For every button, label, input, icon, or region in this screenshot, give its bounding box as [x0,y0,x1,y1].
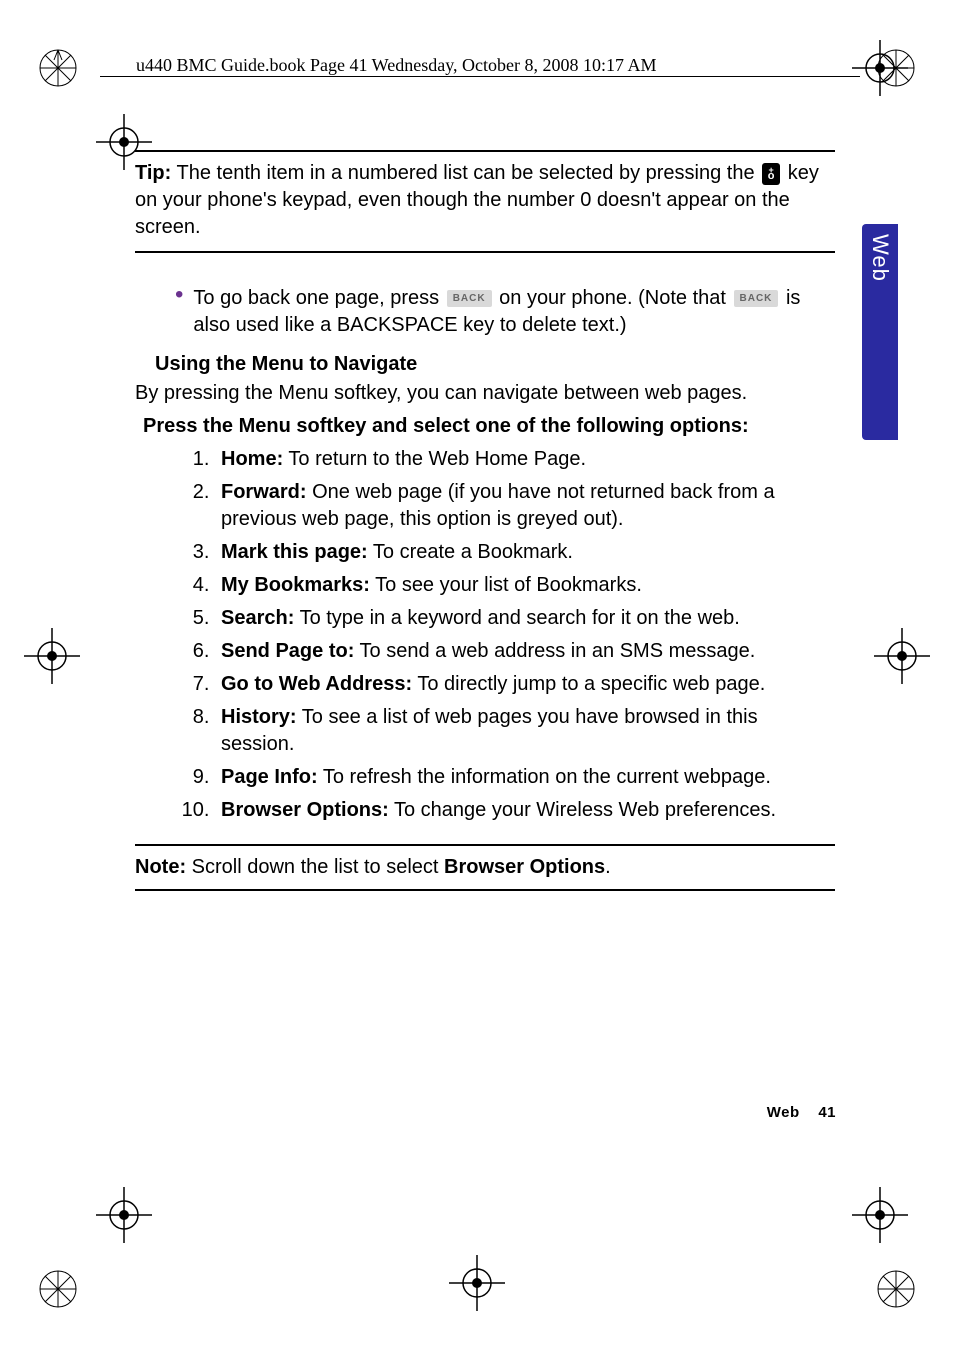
back-key-icon: BACK [734,290,779,308]
item-label: Mark this page: [221,541,368,563]
registration-mark-icon [38,48,78,88]
item-label: Send Page to: [221,640,354,662]
bullet-text: To go back one page, press BACK on your … [193,285,835,339]
list-item: Page Info: To refresh the information on… [215,764,835,791]
item-label: Go to Web Address: [221,673,412,695]
item-label: Home: [221,448,283,470]
item-desc: To see a list of web pages you have brow… [221,706,758,755]
note-strong: Browser Options [444,856,605,878]
note-callout: Note: Scroll down the list to select Bro… [135,844,835,891]
bullet-item: • To go back one page, press BACK on you… [135,285,835,339]
header-rule [100,76,860,77]
page-number: 41 [818,1104,836,1121]
registration-mark-icon [876,1269,916,1309]
menu-options-list: Home: To return to the Web Home Page. Fo… [185,446,835,824]
item-label: History: [221,706,297,728]
crop-mark-icon [874,628,930,684]
item-desc: To see your list of Bookmarks. [370,574,642,596]
list-item: Home: To return to the Web Home Page. [215,446,835,473]
instruction-heading: Press the Menu softkey and select one of… [143,415,835,438]
tip-label: Tip: [135,162,171,184]
list-item: Mark this page: To create a Bookmark. [215,539,835,566]
note-label: Note: [135,856,186,878]
zero-key-icon [762,163,780,185]
item-label: My Bookmarks: [221,574,370,596]
bullet-icon: • [175,285,183,339]
item-label: Page Info: [221,766,318,788]
tip-callout: Tip: The tenth item in a numbered list c… [135,150,835,253]
crop-mark-icon [852,40,908,96]
registration-mark-icon [38,1269,78,1309]
footer-section: Web [767,1104,800,1121]
bullet-mid: on your phone. (Note that [494,287,732,309]
list-item: Browser Options: To change your Wireless… [215,797,835,824]
document-header: u440 BMC Guide.book Page 41 Wednesday, O… [130,55,663,76]
item-desc: To type in a keyword and search for it o… [294,607,739,629]
page-content: Tip: The tenth item in a numbered list c… [135,150,835,891]
list-item: Go to Web Address: To directly jump to a… [215,671,835,698]
item-desc: To change your Wireless Web preferences. [389,799,776,821]
bullet-pre: To go back one page, press [193,287,444,309]
list-item: History: To see a list of web pages you … [215,704,835,758]
item-desc: To refresh the information on the curren… [318,766,771,788]
note-pre: Scroll down the list to select [186,856,444,878]
section-tab-label: Web [867,234,893,282]
back-key-icon: BACK [447,290,492,308]
crop-mark-icon [24,628,80,684]
list-item: Send Page to: To send a web address in a… [215,638,835,665]
item-desc: To send a web address in an SMS message. [354,640,755,662]
item-desc: To create a Bookmark. [368,541,573,563]
tip-text-1: The tenth item in a numbered list can be… [171,162,760,184]
item-label: Search: [221,607,294,629]
list-item: Forward: One web page (if you have not r… [215,479,835,533]
crop-mark-icon [852,1187,908,1243]
page-footer: Web 41 [767,1104,836,1121]
list-item: Search: To type in a keyword and search … [215,605,835,632]
section-subhead: Using the Menu to Navigate [155,353,835,376]
item-label: Browser Options: [221,799,389,821]
section-tab: Web [862,224,898,440]
body-paragraph: By pressing the Menu softkey, you can na… [135,382,835,405]
crop-mark-icon [96,1187,152,1243]
note-post: . [605,856,611,878]
item-desc: To directly jump to a specific web page. [412,673,765,695]
crop-mark-icon [449,1255,505,1311]
item-label: Forward: [221,481,307,503]
item-desc: To return to the Web Home Page. [283,448,586,470]
list-item: My Bookmarks: To see your list of Bookma… [215,572,835,599]
